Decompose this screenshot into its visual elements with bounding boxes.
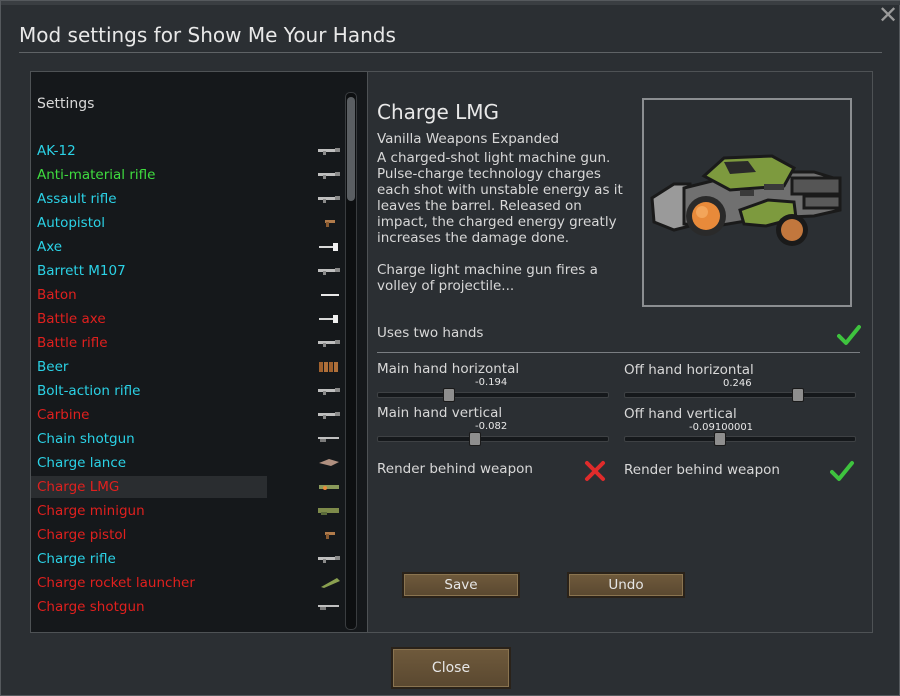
uses-two-hands-check-icon[interactable] bbox=[837, 324, 861, 346]
list-item[interactable]: Bolt-action rifle bbox=[31, 380, 267, 402]
title-divider bbox=[19, 52, 882, 53]
list-item-label: Autopistol bbox=[37, 215, 106, 231]
list-item-label: Barrett M107 bbox=[37, 263, 126, 279]
list-item[interactable]: Charge pistol bbox=[31, 524, 267, 546]
main-hand-vertical-handle[interactable] bbox=[469, 432, 482, 446]
shotgun-icon bbox=[317, 602, 341, 612]
list-item-label: Axe bbox=[37, 239, 63, 255]
rifle-icon bbox=[317, 554, 341, 564]
save-button[interactable]: Save bbox=[402, 572, 520, 598]
close-button[interactable]: Close bbox=[391, 647, 511, 689]
list-scrollbar[interactable] bbox=[345, 92, 357, 630]
main-hand-horizontal-label: Main hand horizontal bbox=[377, 361, 520, 377]
main-hand-horizontal-value: -0.194 bbox=[475, 377, 508, 388]
axe-icon bbox=[317, 242, 341, 252]
main-hand-vertical-value: -0.082 bbox=[475, 421, 508, 432]
pistol-icon bbox=[317, 530, 341, 540]
list-item-label: Battle axe bbox=[37, 311, 106, 327]
list-item[interactable]: Charge lance bbox=[31, 452, 267, 474]
list-item[interactable]: AK-12 bbox=[31, 140, 267, 162]
rifle-icon bbox=[317, 170, 341, 180]
off-hand-horizontal-label: Off hand horizontal bbox=[624, 362, 754, 378]
pistol-icon bbox=[317, 218, 341, 228]
list-item[interactable]: Axe bbox=[31, 236, 267, 258]
axe-icon bbox=[317, 314, 341, 324]
list-item-label: Charge shotgun bbox=[37, 599, 145, 615]
weapon-detail-panel: Charge LMG Vanilla Weapons Expanded A ch… bbox=[367, 71, 873, 633]
list-item-label: AK-12 bbox=[37, 143, 76, 159]
off-hand-vertical-label: Off hand vertical bbox=[624, 406, 737, 422]
list-item[interactable]: Anti-material rifle bbox=[31, 164, 267, 186]
list-header: Settings bbox=[37, 96, 95, 112]
off-hand-vertical-slider[interactable] bbox=[624, 432, 856, 446]
list-item[interactable]: Carbine bbox=[31, 404, 267, 426]
main-render-behind-cross-icon[interactable] bbox=[584, 460, 606, 482]
list-item-label: Assault rifle bbox=[37, 191, 117, 207]
main-hand-horizontal-handle[interactable] bbox=[443, 388, 456, 402]
list-item[interactable]: Chain shotgun bbox=[31, 428, 267, 450]
rifle-icon bbox=[317, 338, 341, 348]
uses-two-hands-label: Uses two hands bbox=[377, 325, 484, 341]
main-render-behind-label: Render behind weapon bbox=[377, 461, 533, 477]
lance-icon bbox=[317, 458, 341, 468]
list-item[interactable]: Beer bbox=[31, 356, 267, 378]
main-hand-horizontal-slider[interactable] bbox=[377, 388, 609, 402]
list-item-label: Anti-material rifle bbox=[37, 167, 156, 183]
list-item-label: Carbine bbox=[37, 407, 90, 423]
list-item[interactable]: Battle rifle bbox=[31, 332, 267, 354]
main-hand-vertical-label: Main hand vertical bbox=[377, 405, 503, 421]
off-render-behind-check-icon[interactable] bbox=[830, 460, 854, 482]
list-item[interactable]: Assault rifle bbox=[31, 188, 267, 210]
rifle-icon bbox=[317, 410, 341, 420]
list-item-label: Charge rocket launcher bbox=[37, 575, 195, 591]
scrollbar-thumb[interactable] bbox=[347, 97, 355, 201]
off-hand-vertical-handle[interactable] bbox=[714, 432, 727, 446]
rifle-icon bbox=[317, 266, 341, 276]
list-item[interactable]: Charge minigun bbox=[31, 500, 267, 522]
list-item-label: Charge pistol bbox=[37, 527, 127, 543]
off-hand-horizontal-slider[interactable] bbox=[624, 388, 856, 402]
settings-divider bbox=[377, 352, 860, 353]
weapon-description: A charged-shot light machine gun. Pulse-… bbox=[377, 150, 623, 294]
list-item-label: Chain shotgun bbox=[37, 431, 135, 447]
mod-settings-dialog: ✕ Mod settings for Show Me Your Hands Se… bbox=[0, 0, 900, 696]
baton-icon bbox=[317, 290, 341, 300]
rifle-icon bbox=[317, 386, 341, 396]
list-item-label: Charge LMG bbox=[37, 479, 120, 495]
list-item[interactable]: Autopistol bbox=[31, 212, 267, 234]
beer-icon bbox=[317, 362, 341, 372]
list-item-label: Charge minigun bbox=[37, 503, 145, 519]
main-hand-vertical-slider[interactable] bbox=[377, 432, 609, 446]
weapon-list-panel: Settings AK-12 Anti-material rifle Assault… bbox=[30, 71, 368, 633]
list-item-label: Battle rifle bbox=[37, 335, 108, 351]
rifle-icon bbox=[317, 146, 341, 156]
rifle-icon bbox=[317, 194, 341, 204]
launcher-icon bbox=[317, 578, 341, 588]
off-hand-horizontal-value: 0.246 bbox=[723, 378, 752, 389]
off-hand-horizontal-handle[interactable] bbox=[791, 388, 804, 402]
list-item[interactable]: Charge rifle bbox=[31, 548, 267, 570]
lmg-icon bbox=[317, 482, 341, 492]
list-item[interactable]: Barrett M107 bbox=[31, 260, 267, 282]
minigun-icon bbox=[317, 506, 341, 516]
list-item[interactable]: Charge rocket launcher bbox=[31, 572, 267, 594]
shotgun-icon bbox=[317, 434, 341, 444]
dialog-title: Mod settings for Show Me Your Hands bbox=[19, 23, 396, 47]
undo-button[interactable]: Undo bbox=[567, 572, 685, 598]
list-item-label: Bolt-action rifle bbox=[37, 383, 141, 399]
off-render-behind-label: Render behind weapon bbox=[624, 462, 780, 478]
close-icon[interactable]: ✕ bbox=[877, 3, 899, 27]
list-item-label: Baton bbox=[37, 287, 77, 303]
weapon-title: Charge LMG bbox=[377, 100, 500, 124]
list-item[interactable]: Charge LMG bbox=[31, 476, 267, 498]
list-item[interactable]: Baton bbox=[31, 284, 267, 306]
list-item-label: Charge lance bbox=[37, 455, 127, 471]
top-strip bbox=[1, 1, 900, 5]
list-item[interactable]: Charge shotgun bbox=[31, 596, 267, 618]
list-item-label: Charge rifle bbox=[37, 551, 116, 567]
list-item[interactable]: Battle axe bbox=[31, 308, 267, 330]
weapon-source: Vanilla Weapons Expanded bbox=[377, 131, 560, 147]
list-item-label: Beer bbox=[37, 359, 69, 375]
charge-lmg-icon bbox=[642, 98, 852, 307]
